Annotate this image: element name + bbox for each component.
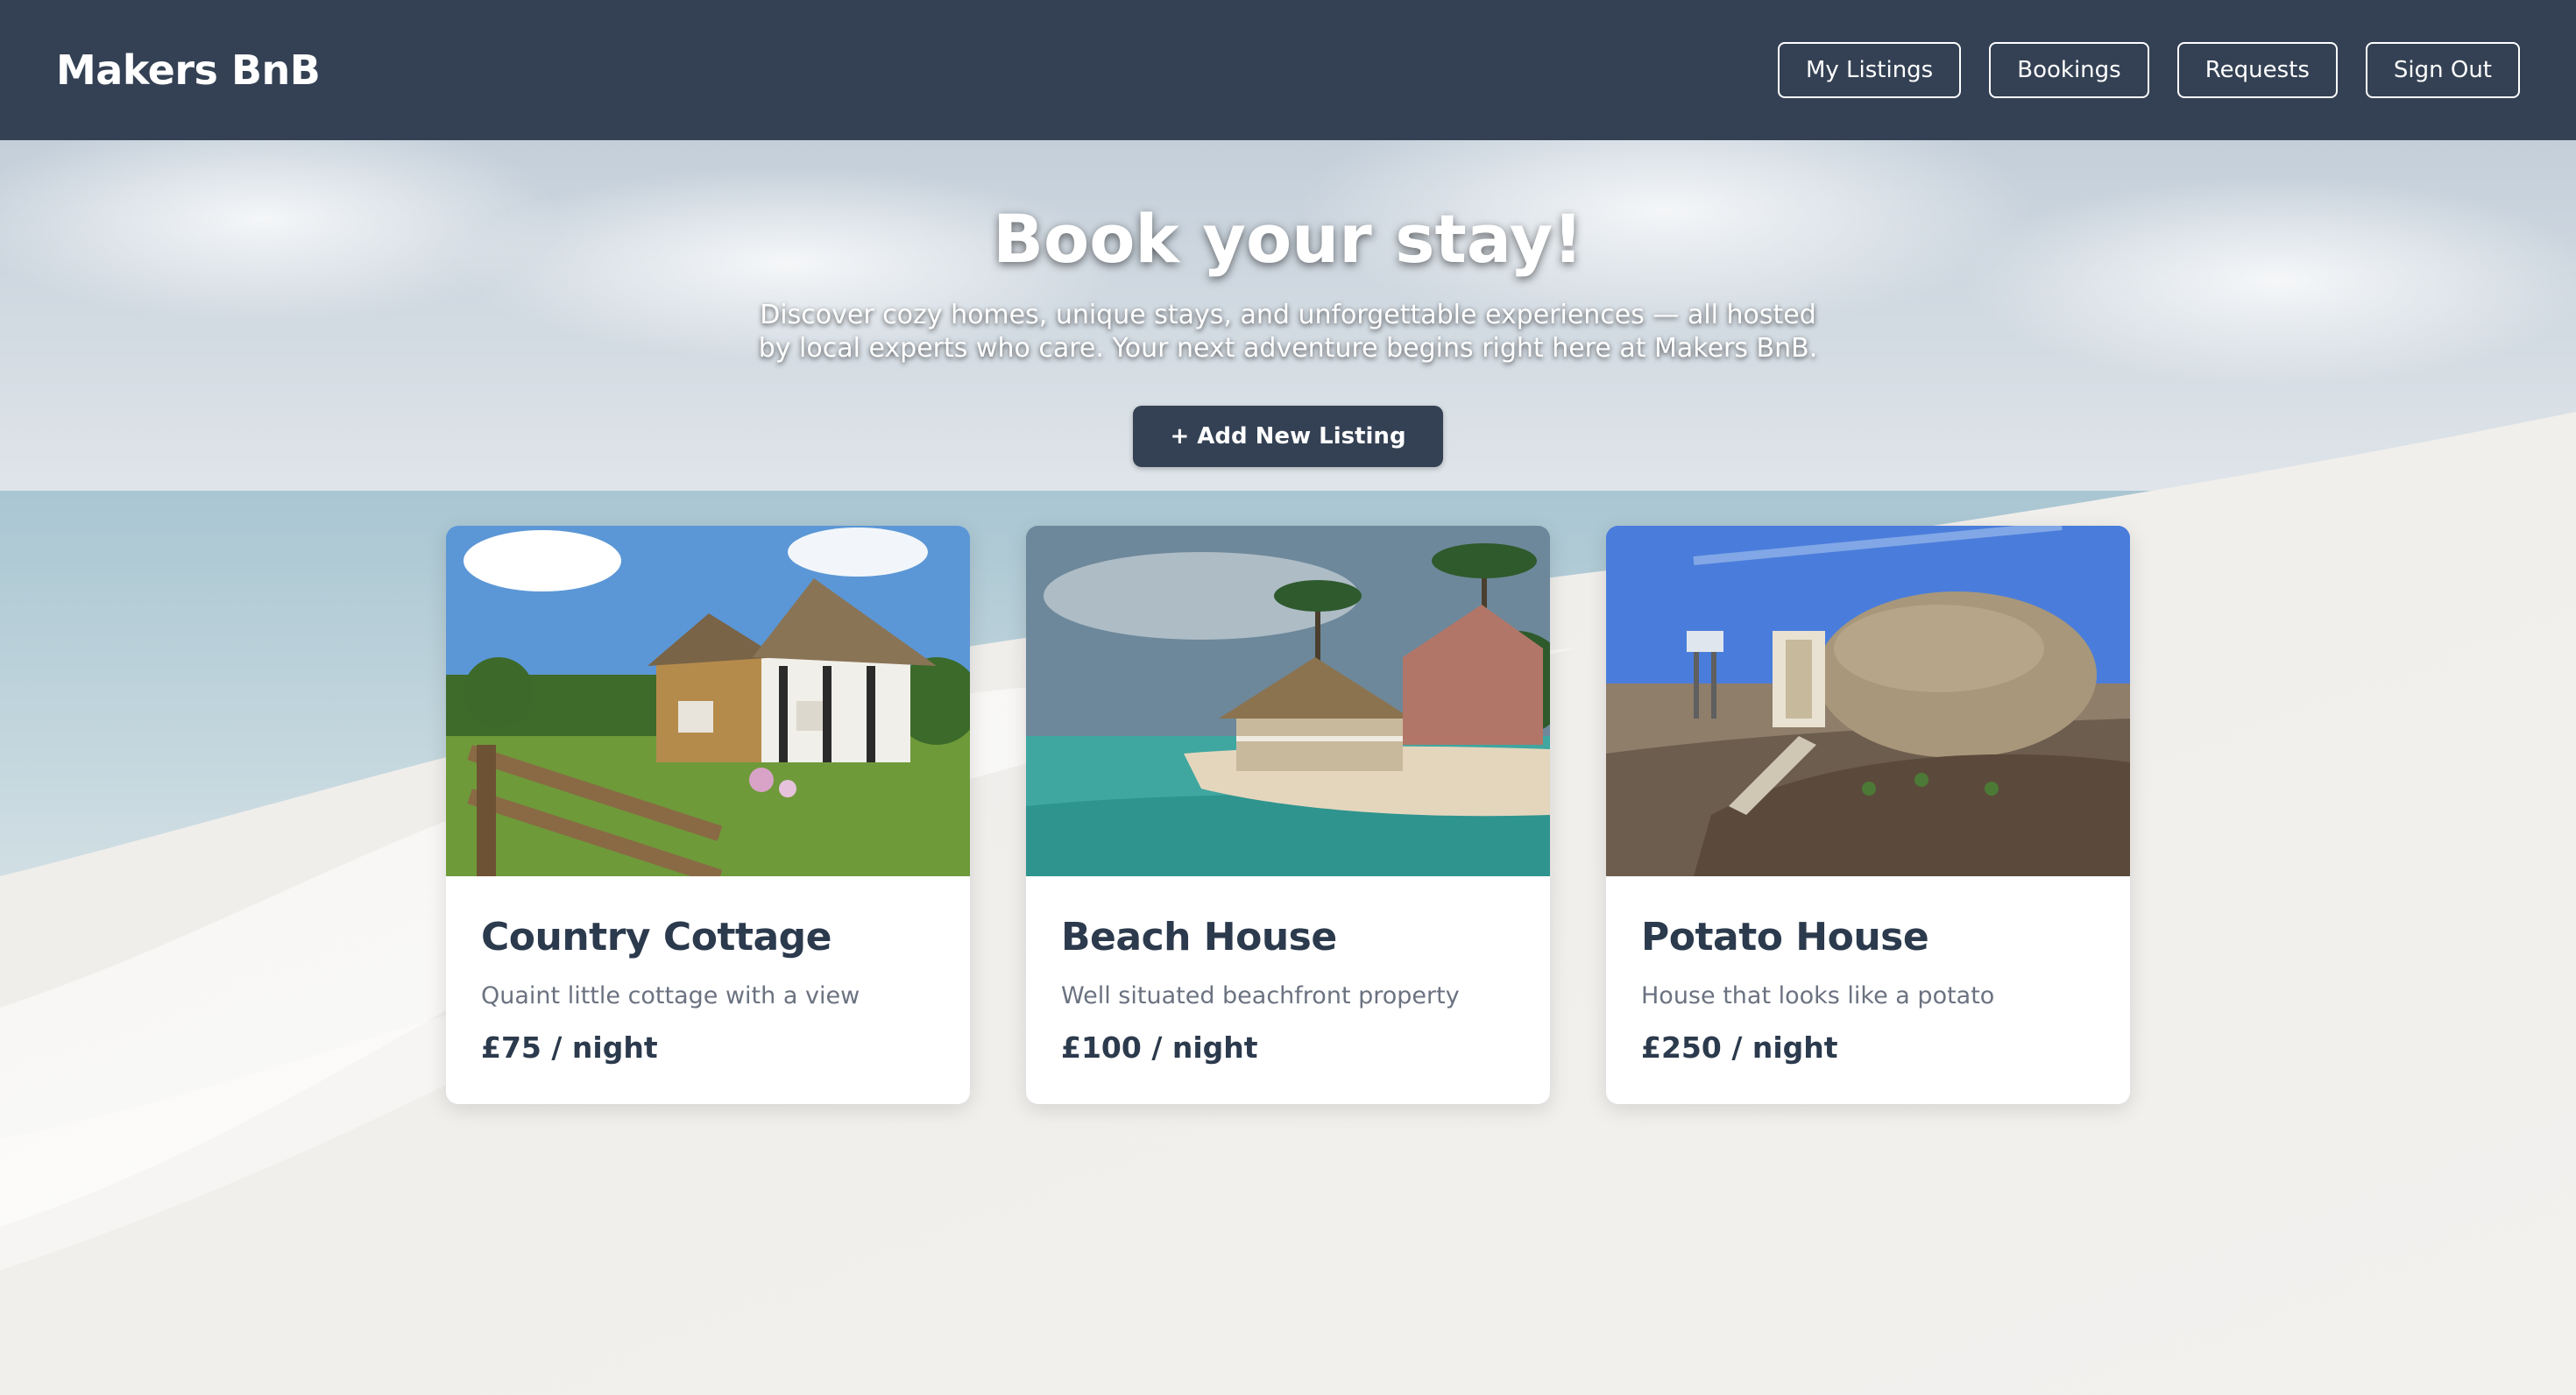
listing-title: Beach House: [1061, 915, 1337, 960]
add-new-listing-button[interactable]: + Add New Listing: [1133, 406, 1443, 467]
listing-card-beach-house[interactable]: Beach House Well situated beachfront pro…: [1026, 526, 1550, 1104]
potato-house-image: [1606, 526, 2130, 876]
listing-price: £100 / night: [1061, 1030, 1258, 1065]
listing-title: Country Cottage: [481, 915, 832, 960]
top-navbar: Makers BnB My Listings Bookings Requests…: [0, 0, 2576, 140]
country-cottage-image: [446, 526, 970, 876]
listing-description: Well situated beachfront property: [1061, 982, 1460, 1009]
listing-description: House that looks like a potato: [1641, 982, 1995, 1009]
listing-title: Potato House: [1641, 915, 1929, 960]
requests-button[interactable]: Requests: [2176, 42, 2338, 98]
page-title: Book your stay!: [993, 200, 1583, 278]
listing-card-potato-house[interactable]: Potato House House that looks like a pot…: [1606, 526, 2130, 1104]
listing-price: £75 / night: [481, 1030, 658, 1065]
listing-card-country-cottage[interactable]: Country Cottage Quaint little cottage wi…: [446, 526, 970, 1104]
card-body: Potato House House that looks like a pot…: [1606, 876, 2130, 1065]
card-body: Beach House Well situated beachfront pro…: [1026, 876, 1550, 1065]
listing-price: £250 / night: [1641, 1030, 1838, 1065]
bookings-button[interactable]: Bookings: [1989, 42, 2149, 98]
beach-house-image: [1026, 526, 1550, 876]
listings-grid: Country Cottage Quaint little cottage wi…: [446, 526, 2130, 1104]
sign-out-button[interactable]: Sign Out: [2365, 42, 2520, 98]
nav-actions: My Listings Bookings Requests Sign Out: [1777, 42, 2520, 98]
listing-description: Quaint little cottage with a view: [481, 982, 860, 1009]
my-listings-button[interactable]: My Listings: [1777, 42, 1962, 98]
brand-logo[interactable]: Makers BnB: [56, 46, 321, 94]
hero-section: Book your stay! Discover cozy homes, uni…: [0, 140, 2576, 467]
hero-subtitle: Discover cozy homes, unique stays, and u…: [758, 300, 1818, 364]
card-body: Country Cottage Quaint little cottage wi…: [446, 876, 970, 1065]
